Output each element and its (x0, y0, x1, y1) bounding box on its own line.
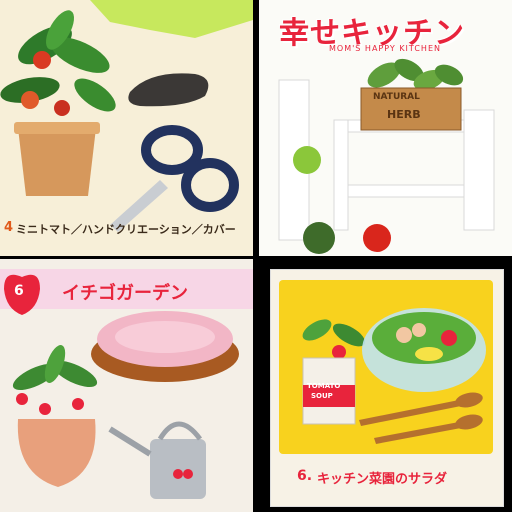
panel-top-right: 幸せキッチン MOM'S HAPPY KITCHEN NATURAL HERB (259, 0, 512, 256)
scissors-cover (128, 73, 209, 107)
kitchen-shelf-illustration (278, 58, 495, 254)
panel-bottom-left: 6 イチゴガーデン (0, 259, 253, 512)
strawberry-plant (12, 345, 98, 487)
apple-timer (293, 146, 321, 174)
panel-top-left: 4 ミニトマト／ハンドクリエーション／カバー (0, 0, 253, 256)
box-label-line1: NATURAL (373, 92, 420, 102)
box-label-line2: HERB (387, 108, 421, 121)
tomato-plant (0, 10, 116, 196)
caption-text: キッチン菜園のサラダ (317, 472, 448, 487)
tomato-sprout (302, 319, 366, 359)
salad-illustration (302, 308, 486, 444)
tomato (363, 224, 391, 252)
wooden-utensils (359, 392, 483, 444)
salad-bowl (362, 308, 486, 392)
item-caption: ミニトマト／ハンドクリエーション／カバー (16, 223, 236, 236)
item-number: 4 (4, 220, 14, 235)
yellow-background: TOMATO SOUP (279, 280, 493, 454)
watering-can (108, 421, 206, 499)
panel-title: イチゴガーデン (62, 283, 188, 304)
basket (91, 311, 239, 382)
caption-number: 6. (297, 468, 313, 484)
can-label-line2: SOUP (311, 392, 333, 400)
scissors (110, 125, 239, 232)
photo-card: TOMATO SOUP 6. キッチン菜園のサラダ (270, 269, 504, 507)
panel-bottom-right: TOMATO SOUP 6. キッチン菜園のサラダ (256, 259, 512, 512)
item-number: 6 (14, 283, 24, 299)
green-banner (90, 0, 253, 38)
tomato-scene-illustration (0, 0, 253, 232)
can-label-line1: TOMATO (307, 382, 341, 390)
